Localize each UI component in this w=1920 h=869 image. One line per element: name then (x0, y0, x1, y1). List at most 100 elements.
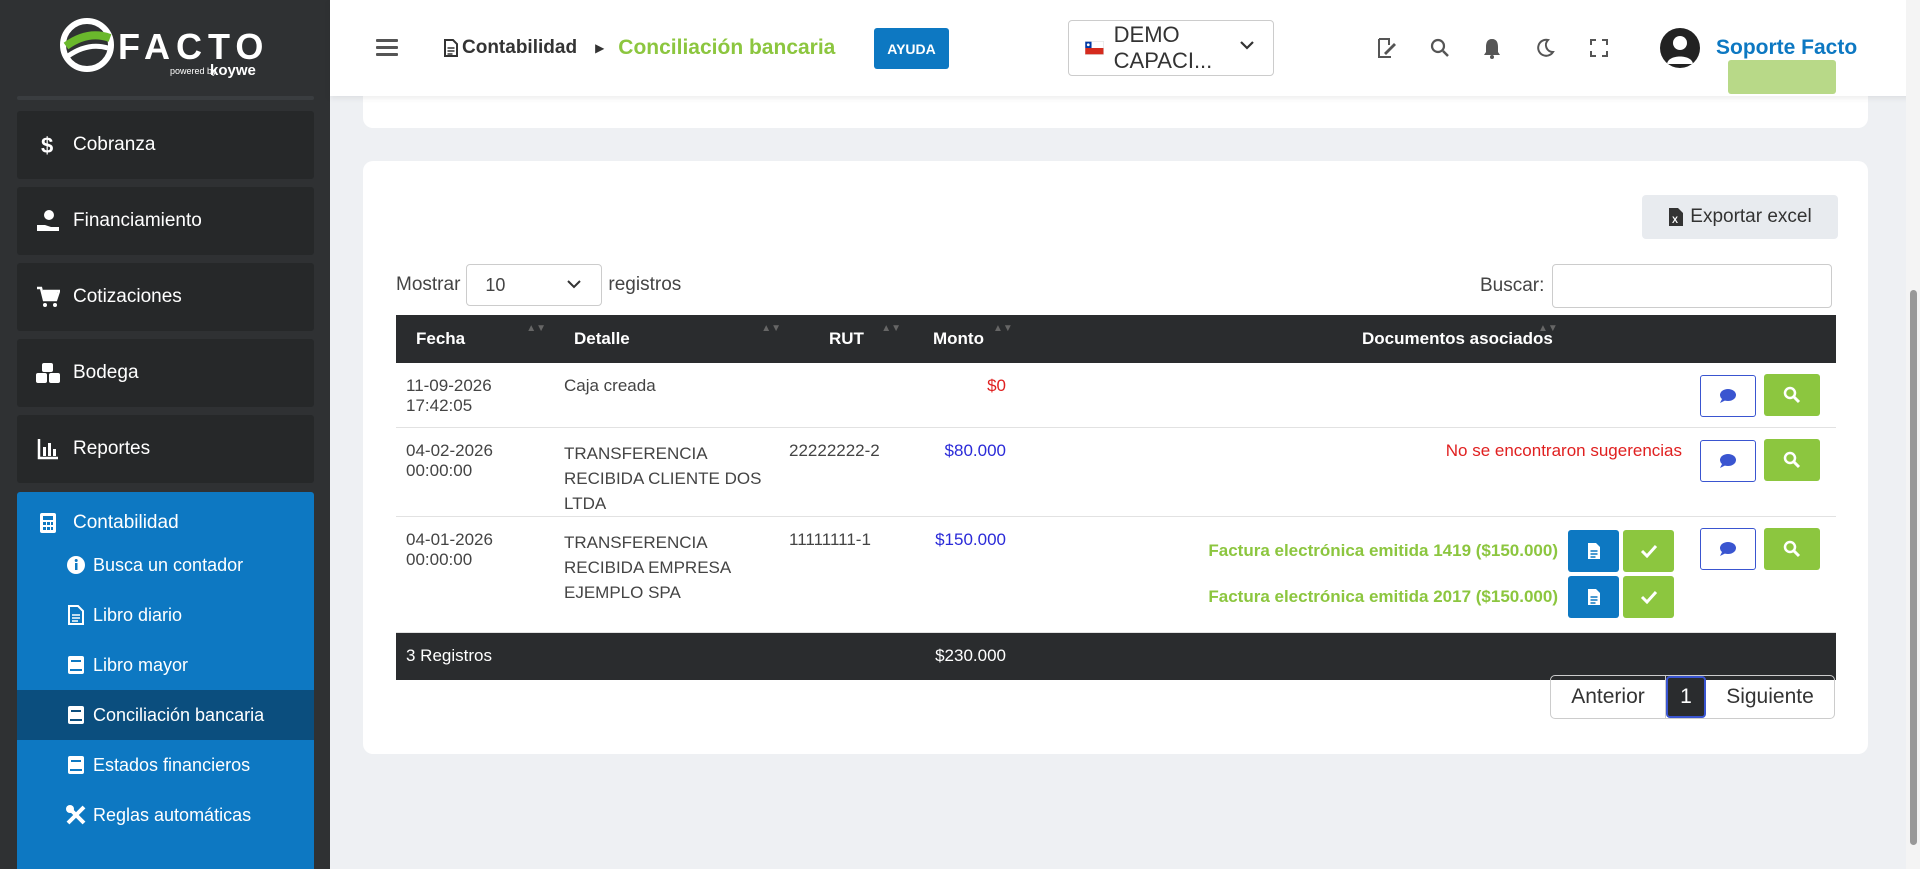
caret-right-icon: ▶ (595, 41, 605, 55)
bar-chart-icon (35, 438, 61, 460)
signature-icon[interactable] (1375, 36, 1399, 60)
sidebar-subitem-label: Busca un contador (93, 554, 244, 575)
chevron-down-icon (567, 280, 582, 289)
sidebar-item-label: Cotizaciones (73, 286, 182, 307)
column-header-documentos[interactable]: Documentos asociados ▲▼ (1006, 315, 1836, 363)
comment-button[interactable] (1700, 375, 1756, 417)
document-icon (65, 605, 87, 625)
pagination: Anterior 1 Siguiente (1550, 675, 1835, 719)
column-header-monto[interactable]: Monto ▲▼ (909, 315, 1013, 363)
associated-docs-list: Factura electrónica emitida 1419 ($150.0… (1208, 528, 1674, 620)
conciliation-card: X Exportar excel Mostrar 10 registros Bu… (363, 161, 1868, 754)
facto-logo[interactable]: FACTO powered by koywe (58, 16, 278, 82)
book-icon (65, 705, 87, 725)
sidebar-subitem-libro-diario[interactable]: Libro diario (17, 590, 314, 640)
sidebar: FACTO powered by koywe $ Cobranza Financ… (0, 0, 330, 869)
page-scrollbar[interactable] (1906, 0, 1920, 869)
comment-icon (1720, 453, 1736, 468)
search-control: Buscar: (1480, 264, 1833, 308)
breadcrumb-section[interactable]: Contabilidad (444, 37, 577, 59)
sidebar-item-label: Financiamiento (73, 210, 202, 231)
company-select[interactable]: DEMO CAPACI... (1068, 20, 1274, 76)
cell-documentos (1006, 363, 1836, 428)
partial-green-button (1728, 60, 1836, 94)
tools-icon (65, 804, 87, 826)
table-header-row: Fecha ▲▼ Detalle ▲▼ RUT ▲▼ Monto ▲▼ Document… (396, 315, 1836, 363)
search-suggestions-button[interactable] (1764, 527, 1820, 570)
search-input[interactable] (1552, 264, 1833, 308)
pagination-page-1[interactable]: 1 (1666, 676, 1706, 718)
sidebar-item-reportes[interactable]: Reportes (17, 415, 314, 483)
cell-detalle: Caja creada (554, 363, 789, 428)
avatar[interactable] (1660, 28, 1700, 68)
cell-rut: 22222222-2 (789, 427, 909, 517)
show-label: Mostrar (396, 274, 461, 295)
column-header-rut[interactable]: RUT ▲▼ (789, 315, 909, 363)
cell-rut (789, 363, 909, 428)
info-icon (65, 555, 87, 575)
pagination-prev[interactable]: Anterior (1551, 676, 1666, 718)
associated-doc-label[interactable]: Factura electrónica emitida 2017 ($150.0… (1208, 587, 1558, 607)
help-button[interactable]: AYUDA (874, 28, 949, 69)
book-icon (65, 655, 87, 675)
sidebar-group-contabilidad: Contabilidad Busca un contador Libro dia… (17, 492, 314, 869)
search-icon (1783, 451, 1801, 468)
column-header-fecha[interactable]: Fecha ▲▼ (396, 315, 554, 363)
cell-detalle: TRANSFERENCIA RECIBIDA CLIENTE DOS LTDA (554, 427, 789, 517)
fullscreen-icon[interactable] (1587, 36, 1611, 60)
associated-doc-label[interactable]: Factura electrónica emitida 1419 ($150.0… (1208, 541, 1558, 561)
cell-monto: $0 (909, 363, 1006, 428)
sidebar-subitem-libro-mayor[interactable]: Libro mayor (17, 640, 314, 690)
page-size-control: Mostrar 10 registros (396, 264, 681, 306)
comment-button[interactable] (1700, 439, 1756, 482)
column-header-detalle[interactable]: Detalle ▲▼ (554, 315, 789, 363)
view-document-button[interactable] (1568, 529, 1619, 572)
confirm-match-button[interactable] (1623, 575, 1674, 618)
page-size-select[interactable]: 10 (466, 264, 603, 306)
search-icon (1783, 386, 1801, 404)
logo-partner: koywe (210, 62, 256, 79)
facto-logo-swoosh-icon (60, 18, 114, 72)
confirm-match-button[interactable] (1623, 529, 1674, 572)
sidebar-subitem-busca-contador[interactable]: Busca un contador (17, 540, 314, 590)
sidebar-subitem-estados-financieros[interactable]: Estados financieros (17, 740, 314, 790)
footer-count: 3 Registros (406, 646, 492, 666)
comment-icon (1720, 541, 1736, 556)
table-row: 04-02-2026 00:00:00 TRANSFERENCIA RECIBI… (396, 427, 1836, 517)
check-icon (1640, 590, 1657, 604)
scrollbar-thumb[interactable] (1910, 290, 1917, 845)
cell-documentos: No se encontraron sugerencias (1006, 427, 1836, 517)
cell-monto: $80.000 (909, 427, 1006, 517)
moon-icon[interactable] (1533, 36, 1557, 60)
excel-file-icon: X (1669, 208, 1684, 226)
sort-icon: ▲▼ (526, 323, 546, 334)
comment-button[interactable] (1700, 527, 1756, 570)
sidebar-item-bodega[interactable]: Bodega (17, 339, 314, 407)
sidebar-subitem-conciliacion[interactable]: Conciliación bancaria (17, 690, 314, 740)
cell-detalle: TRANSFERENCIA RECIBIDA EMPRESA EJEMPLO S… (554, 516, 789, 633)
cell-fecha: 04-01-2026 00:00:00 (396, 516, 554, 633)
associated-doc: Factura electrónica emitida 1419 ($150.0… (1208, 528, 1674, 574)
view-document-button[interactable] (1568, 575, 1619, 618)
sidebar-item-label: Cobranza (73, 134, 156, 155)
sidebar-item-cobranza[interactable]: $ Cobranza (17, 111, 314, 179)
pagination-next[interactable]: Siguiente (1706, 676, 1834, 718)
table-row: 11-09-2026 17:42:05 Caja creada $0 (396, 363, 1836, 428)
hamburger-menu-icon[interactable] (376, 39, 398, 57)
sidebar-item-label: Contabilidad (73, 512, 179, 533)
sidebar-subitem-reglas[interactable]: Reglas automáticas (17, 790, 314, 840)
document-icon (1587, 588, 1600, 605)
search-suggestions-button[interactable] (1764, 374, 1820, 416)
sidebar-item-cotizaciones[interactable]: Cotizaciones (17, 263, 314, 331)
search-suggestions-button[interactable] (1764, 438, 1820, 481)
export-excel-button[interactable]: X Exportar excel (1642, 195, 1838, 239)
dollar-icon: $ (35, 133, 61, 157)
cell-monto: $150.000 (909, 516, 1006, 633)
user-name[interactable]: Soporte Facto (1716, 36, 1857, 60)
footer-empty (1006, 632, 1836, 680)
search-icon[interactable] (1428, 36, 1452, 60)
bell-icon[interactable] (1480, 36, 1504, 60)
sidebar-item-financiamiento[interactable]: Financiamiento (17, 187, 314, 255)
associated-doc: Factura electrónica emitida 2017 ($150.0… (1208, 574, 1674, 620)
cell-fecha: 11-09-2026 17:42:05 (396, 363, 554, 428)
